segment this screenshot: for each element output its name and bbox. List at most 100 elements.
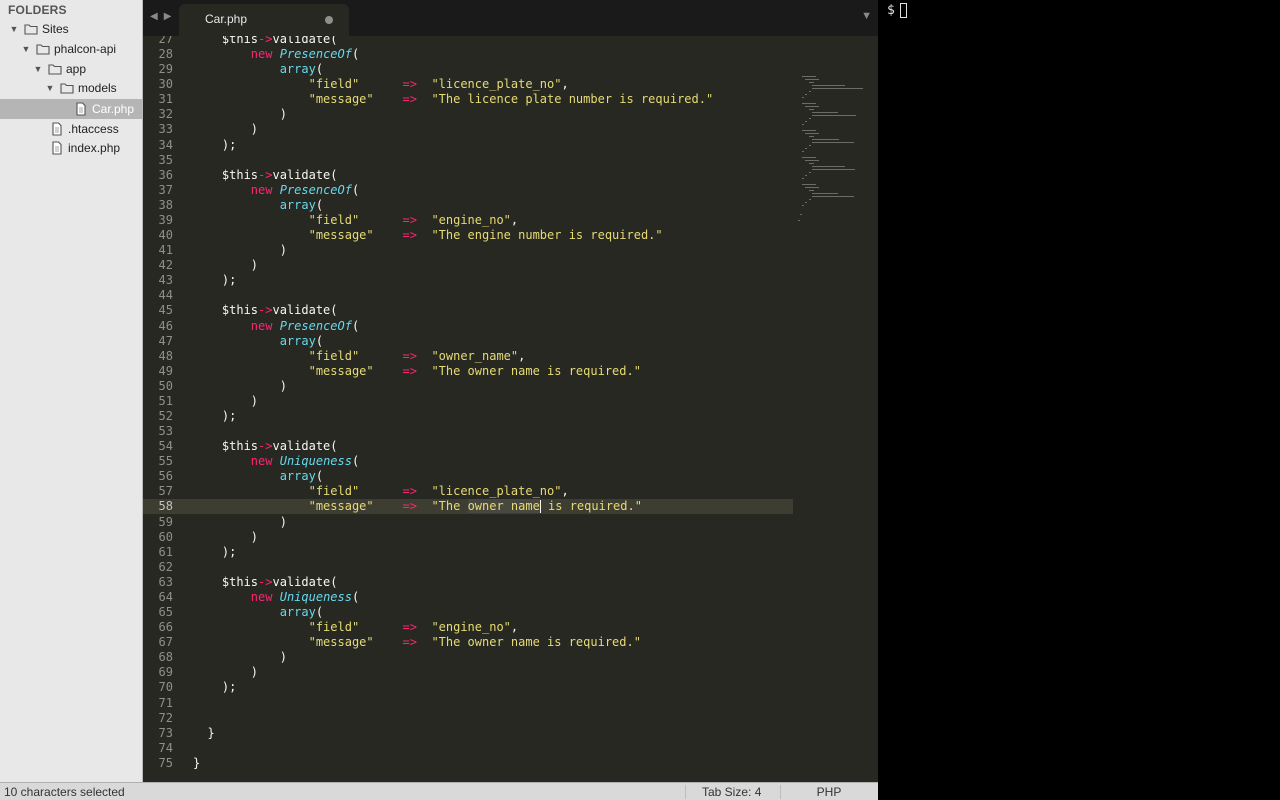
code-line[interactable]: 74 bbox=[143, 741, 793, 756]
code-line[interactable]: 62 bbox=[143, 560, 793, 575]
line-number: 42 bbox=[158, 258, 173, 273]
chevron-right-icon[interactable]: ▶ bbox=[164, 11, 178, 22]
minimap[interactable] bbox=[798, 36, 873, 221]
code-line[interactable]: 36 $this->validate( bbox=[143, 168, 793, 183]
line-source: "message" => "The owner name is required… bbox=[308, 363, 641, 378]
tab-car-php[interactable]: Car.php bbox=[179, 4, 349, 36]
line-source: ) bbox=[193, 258, 259, 273]
code-line[interactable]: 41 ) bbox=[143, 243, 793, 258]
code-line[interactable]: 73 } bbox=[143, 726, 793, 741]
code-line[interactable]: 52 ); bbox=[143, 409, 793, 424]
code-line[interactable]: 49 "message" => "The owner name is requi… bbox=[143, 364, 793, 379]
disclosure-arrow-icon[interactable]: ▼ bbox=[9, 19, 19, 39]
code-line[interactable]: 66 "field" => "engine_no", bbox=[143, 620, 793, 635]
line-source: $this->validate( bbox=[221, 439, 338, 454]
minimap-line bbox=[799, 214, 802, 215]
sidebar-item-htaccess[interactable]: .htaccess bbox=[0, 119, 142, 139]
code-line[interactable]: 59 ) bbox=[143, 515, 793, 530]
code-line[interactable]: 31 "message" => "The licence plate numbe… bbox=[143, 92, 793, 107]
code-line[interactable]: 65 array( bbox=[143, 605, 793, 620]
code-editor[interactable]: 27 $this->validate(28 new PresenceOf(29 … bbox=[143, 36, 878, 782]
code-line[interactable]: 71 bbox=[143, 696, 793, 711]
code-line[interactable]: 44 bbox=[143, 288, 793, 303]
code-line[interactable]: 37 new PresenceOf( bbox=[143, 183, 793, 198]
tab-size-selector[interactable]: Tab Size: 4 bbox=[685, 785, 761, 799]
code-line[interactable]: 39 "field" => "engine_no", bbox=[143, 213, 793, 228]
line-source: new PresenceOf( bbox=[250, 182, 360, 197]
sidebar-item-label: app bbox=[66, 62, 87, 76]
code-line[interactable]: 69 ) bbox=[143, 665, 793, 680]
line-number: 63 bbox=[158, 574, 173, 589]
tab-nav-arrows[interactable]: ◀▶ bbox=[150, 11, 177, 22]
code-line[interactable]: 58 "message" => "The owner name is requi… bbox=[143, 499, 793, 515]
code-line[interactable]: 51 ) bbox=[143, 394, 793, 409]
disclosure-arrow-icon[interactable]: ▼ bbox=[33, 59, 43, 79]
sidebar-item-app[interactable]: ▼ app bbox=[0, 59, 142, 79]
code-line[interactable]: 55 new Uniqueness( bbox=[143, 454, 793, 469]
disclosure-arrow-icon[interactable]: ▼ bbox=[45, 78, 55, 98]
minimap-line bbox=[805, 148, 808, 149]
code-line[interactable]: 56 array( bbox=[143, 469, 793, 484]
code-line[interactable]: 46 new PresenceOf( bbox=[143, 319, 793, 334]
minimap-line bbox=[805, 94, 808, 95]
minimap-line bbox=[801, 97, 804, 98]
code-line[interactable]: 33 ) bbox=[143, 122, 793, 137]
sidebar-item-index-php[interactable]: index.php bbox=[0, 138, 142, 158]
file-icon bbox=[50, 122, 64, 136]
code-line[interactable]: 68 ) bbox=[143, 650, 793, 665]
unsaved-dot-icon[interactable] bbox=[325, 16, 333, 24]
code-line[interactable]: 27 $this->validate( bbox=[143, 36, 793, 47]
chevron-left-icon[interactable]: ◀ bbox=[150, 11, 164, 22]
code-line[interactable]: 45 $this->validate( bbox=[143, 303, 793, 318]
code-line[interactable]: 54 $this->validate( bbox=[143, 439, 793, 454]
syntax-selector[interactable]: PHP bbox=[780, 785, 877, 799]
selection-status: 10 characters selected bbox=[4, 785, 125, 799]
code-line[interactable]: 61 ); bbox=[143, 545, 793, 560]
code-line[interactable]: 35 bbox=[143, 153, 793, 168]
tab-dropdown-icon[interactable]: ▼ bbox=[861, 10, 872, 22]
line-source: $this->validate( bbox=[221, 167, 338, 182]
code-line[interactable]: 72 bbox=[143, 711, 793, 726]
code-line[interactable]: 30 "field" => "licence_plate_no", bbox=[143, 77, 793, 92]
code-line[interactable]: 47 array( bbox=[143, 334, 793, 349]
minimap-line bbox=[808, 172, 811, 173]
minimap-line bbox=[798, 220, 800, 221]
code-line[interactable]: 70 ); bbox=[143, 680, 793, 695]
line-source: ) bbox=[193, 243, 287, 258]
code-line[interactable]: 67 "message" => "The owner name is requi… bbox=[143, 635, 793, 650]
code-line[interactable]: 40 "message" => "The engine number is re… bbox=[143, 228, 793, 243]
minimap-line bbox=[801, 184, 816, 185]
code-line[interactable]: 60 ) bbox=[143, 530, 793, 545]
code-line[interactable]: 64 new Uniqueness( bbox=[143, 590, 793, 605]
minimap-line bbox=[808, 82, 815, 83]
code-line[interactable]: 63 $this->validate( bbox=[143, 575, 793, 590]
sidebar-item-sites[interactable]: ▼ Sites bbox=[0, 19, 142, 39]
terminal-pane[interactable]: $ bbox=[878, 0, 1280, 800]
sidebar-item-label: .htaccess bbox=[68, 122, 119, 136]
code-line[interactable]: 53 bbox=[143, 424, 793, 439]
code-line[interactable]: 42 ) bbox=[143, 258, 793, 273]
line-number: 53 bbox=[158, 424, 173, 439]
disclosure-arrow-icon[interactable]: ▼ bbox=[21, 39, 31, 59]
code-line[interactable]: 38 array( bbox=[143, 198, 793, 213]
minimap-line bbox=[801, 205, 804, 206]
code-line[interactable]: 50 ) bbox=[143, 379, 793, 394]
code-line[interactable]: 48 "field" => "owner_name", bbox=[143, 349, 793, 364]
line-number: 72 bbox=[158, 710, 173, 725]
code-line[interactable]: 28 new PresenceOf( bbox=[143, 47, 793, 62]
code-line[interactable]: 43 ); bbox=[143, 273, 793, 288]
code-line[interactable]: 34 ); bbox=[143, 138, 793, 153]
minimap-line bbox=[812, 169, 855, 170]
code-line[interactable]: 32 ) bbox=[143, 107, 793, 122]
sidebar-item-phalcon-api[interactable]: ▼ phalcon-api bbox=[0, 39, 142, 59]
code-line[interactable]: 57 "field" => "licence_plate_no", bbox=[143, 484, 793, 499]
sidebar-item-car-php[interactable]: Car.php bbox=[0, 99, 142, 119]
code-line[interactable]: 29 array( bbox=[143, 62, 793, 77]
code-line[interactable]: 75} bbox=[143, 756, 793, 771]
sidebar-item-models[interactable]: ▼ models bbox=[0, 78, 142, 98]
line-source: "message" => "The owner name is required… bbox=[308, 499, 642, 514]
minimap-line bbox=[805, 160, 819, 161]
line-number: 74 bbox=[158, 740, 173, 755]
line-source: $this->validate( bbox=[221, 303, 338, 318]
minimap-line bbox=[801, 151, 804, 152]
